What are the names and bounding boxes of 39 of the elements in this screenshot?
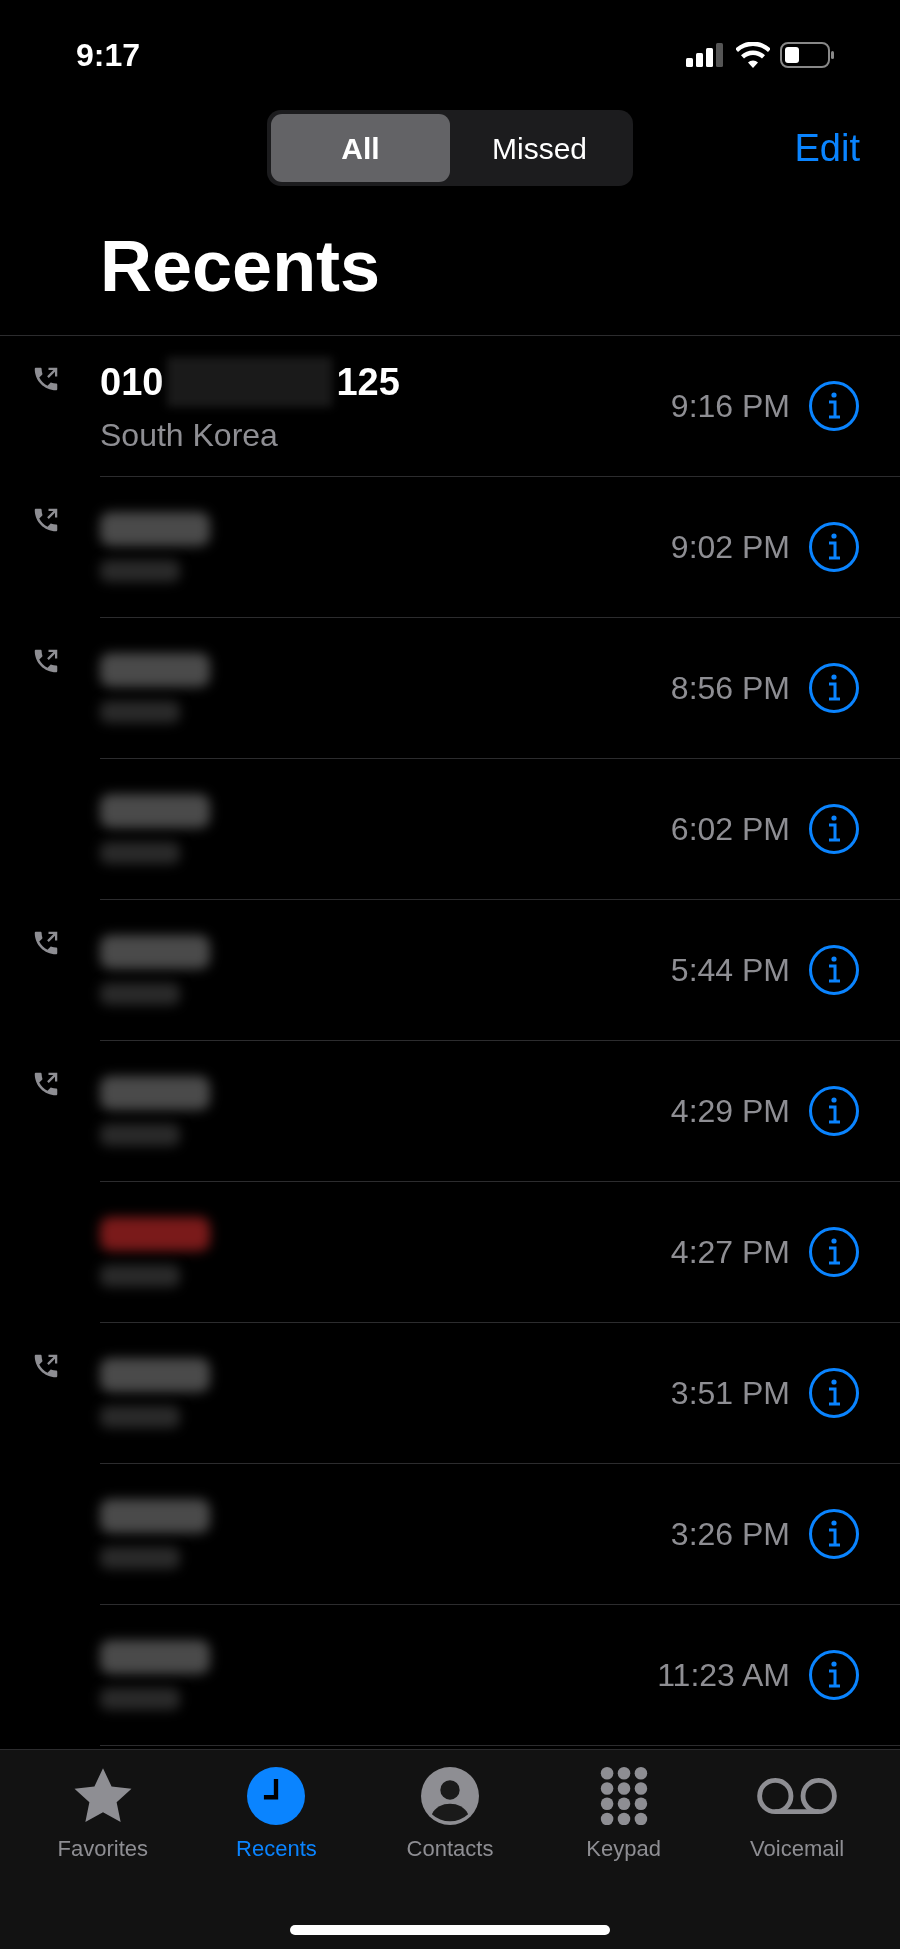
info-icon[interactable] [808, 1226, 860, 1278]
battery-icon [780, 42, 836, 68]
call-time: 6:02 PM [670, 810, 790, 849]
info-icon[interactable] [808, 1649, 860, 1701]
call-time: 4:29 PM [670, 1092, 790, 1131]
tab-bar-item[interactable]: Recents [189, 1766, 364, 1865]
call-time: 3:26 PM [670, 1515, 790, 1554]
call-time: 4:27 PM [670, 1233, 790, 1272]
signal-icon [686, 43, 726, 67]
caller-number: 010 [100, 359, 164, 405]
info-icon[interactable] [808, 1508, 860, 1560]
segment-tab[interactable]: Missed [450, 114, 629, 182]
call-time: 8:56 PM [670, 669, 790, 708]
info-icon[interactable] [808, 521, 860, 573]
info-icon[interactable] [808, 1367, 860, 1419]
info-icon[interactable] [808, 662, 860, 714]
voicemail-icon [756, 1776, 839, 1816]
caller-location: South Korea [100, 415, 279, 455]
caller-number: 125 [336, 359, 400, 405]
tab-bar-item[interactable]: Contacts [363, 1766, 537, 1865]
clock-icon [247, 1767, 306, 1825]
info-icon[interactable] [808, 1085, 860, 1137]
tab-bar-item[interactable]: Voicemail [710, 1766, 884, 1865]
person-icon [421, 1767, 479, 1825]
call-time: 9:02 PM [670, 528, 790, 567]
edit-button[interactable]: Edit [794, 119, 860, 177]
info-icon[interactable] [808, 380, 860, 432]
call-time: 3:51 PM [670, 1374, 790, 1413]
call-time: 9:16 PM [670, 387, 790, 426]
tab-bar-item[interactable]: Keypad [536, 1766, 711, 1865]
wifi-icon [736, 42, 770, 68]
page-title: Recents [100, 224, 381, 308]
call-time: 11:23 AM [657, 1656, 790, 1695]
info-icon[interactable] [808, 803, 860, 855]
info-icon[interactable] [808, 944, 860, 996]
status-time: 9:17 [76, 36, 141, 75]
segment-tab[interactable]: All [271, 114, 450, 182]
call-time: 5:44 PM [670, 951, 790, 990]
tab-bar-item[interactable]: Favorites [16, 1766, 190, 1865]
